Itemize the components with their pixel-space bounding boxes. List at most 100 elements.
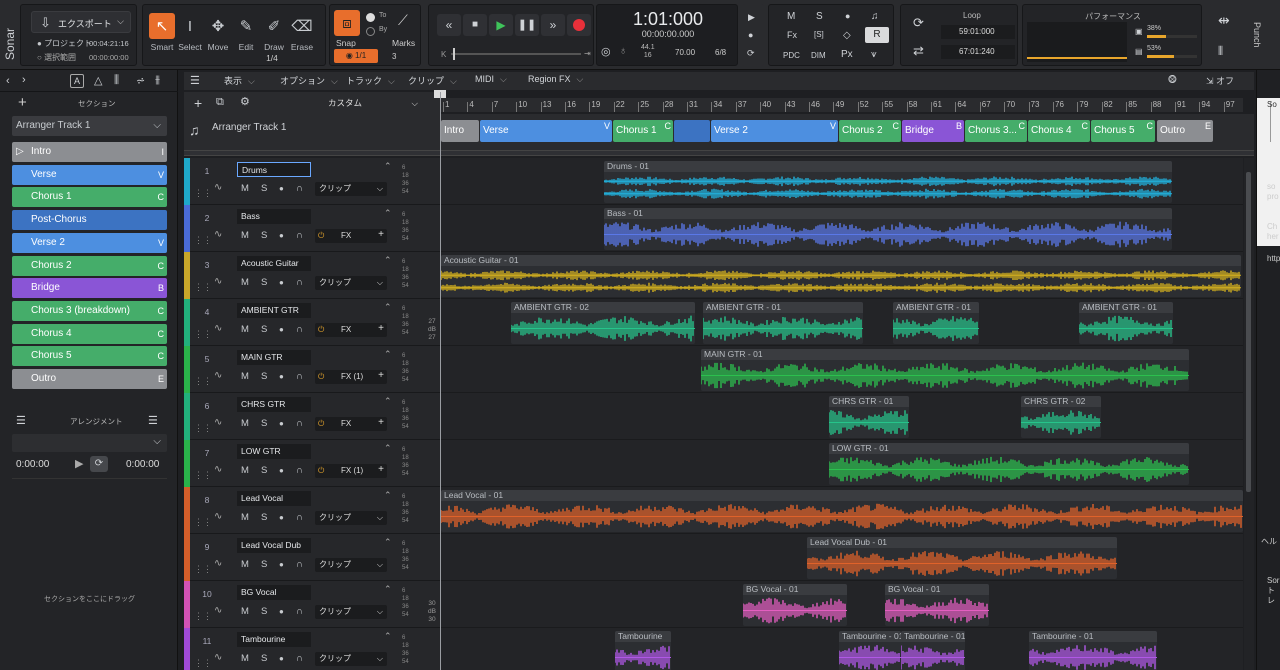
loop-start-field[interactable]: 59:01:000	[941, 25, 1015, 39]
solo-all-button[interactable]: S	[816, 11, 823, 22]
audio-clip[interactable]: Acoustic Guitar - 01	[441, 255, 1241, 297]
automation-lane-icon[interactable]: ∿	[214, 182, 222, 193]
loop-sync-icon[interactable]: ⇄	[913, 43, 924, 59]
audio-clip[interactable]: Drums - 01	[604, 161, 1172, 203]
move-tool-icon[interactable]: ✥	[205, 13, 231, 39]
play-icon[interactable]: ▶	[489, 14, 513, 36]
audio-clip[interactable]: LOW GTR - 01	[829, 443, 1189, 485]
solo-button[interactable]: S	[261, 559, 267, 570]
track-header[interactable]: ⋮⋮ 1 ∿ Drums M S ● ∩ クリップ ⌵ ⌃ 6 18 36 54	[184, 158, 440, 205]
track-header[interactable]: ⋮⋮ 7 ∿ LOW GTR M S ● ∩ ⏻ FX (1) + ⌃ 6 18 36 54	[184, 440, 440, 487]
arm-all-icon[interactable]: ●	[845, 11, 850, 21]
arranger-section[interactable]: Chorus 4 C	[1028, 120, 1090, 142]
snap-off-label[interactable]: ⇲ オフ	[1206, 74, 1234, 87]
section-item[interactable]: Verse 2 V	[12, 232, 167, 253]
clip-view-icon[interactable]: ⩫	[136, 74, 145, 87]
solo-button[interactable]: S	[261, 183, 267, 194]
track-name-field[interactable]: Bass	[237, 209, 311, 224]
menu-item[interactable]: オプション ⌵	[280, 74, 338, 87]
mute-all-button[interactable]: M	[787, 11, 795, 22]
arranger-section[interactable]: Chorus 3... C	[965, 120, 1027, 142]
stop-icon[interactable]: ■	[463, 14, 487, 36]
vertical-scrollbar[interactable]	[1244, 158, 1254, 670]
track-name-field[interactable]: Lead Vocal Dub	[237, 538, 311, 553]
collapse-track-icon[interactable]: ⌃	[384, 490, 392, 501]
track-settings-icon[interactable]: ⚙	[240, 95, 250, 108]
now-time[interactable]: 1:01:000	[597, 9, 739, 30]
arranger-section[interactable]: Chorus 2 C	[839, 120, 901, 142]
audio-clip[interactable]: BG Vocal - 01	[885, 584, 989, 626]
add-fx-icon[interactable]: +	[378, 463, 384, 477]
dim-button[interactable]: DIM	[811, 51, 826, 60]
arranger-section[interactable]: Bridge B	[902, 120, 964, 142]
arrangement-select[interactable]: ⌵	[12, 434, 167, 452]
drag-handle-icon[interactable]: ⋮⋮	[194, 517, 212, 528]
clip-mode-select[interactable]: クリップ ⌵	[315, 511, 387, 525]
arranger-section[interactable]: Chorus 1 C	[613, 120, 673, 142]
section-item[interactable]: ▷ Intro I	[12, 142, 167, 162]
draw-tool-icon[interactable]: ✐	[261, 13, 287, 39]
clip-mode-select[interactable]: クリップ ⌵	[315, 652, 387, 666]
fx-rack[interactable]: ⏻ FX +	[315, 323, 387, 337]
audio-clip[interactable]: MAIN GTR - 01	[701, 349, 1189, 391]
px-button[interactable]: Px	[841, 49, 853, 60]
arrangement-list-icon[interactable]: ☰	[16, 414, 26, 427]
play-from-icon[interactable]: ▶	[748, 12, 755, 23]
mute-button[interactable]: M	[241, 559, 249, 570]
loop-toggle-icon[interactable]: ⟳	[913, 15, 924, 31]
solo-button[interactable]: S	[261, 653, 267, 664]
collapse-track-icon[interactable]: ⌃	[384, 631, 392, 642]
draw-resolution-select[interactable]: 1/4	[237, 53, 307, 65]
track-name-field[interactable]: BG Vocal	[237, 585, 311, 600]
fx-rack[interactable]: ⏻ FX +	[315, 417, 387, 431]
add-track-icon[interactable]: +	[194, 95, 202, 111]
drag-handle-icon[interactable]: ⋮⋮	[194, 235, 212, 246]
audio-clip[interactable]: Bass - 01	[604, 208, 1172, 250]
count-in-icon[interactable]: ♁	[619, 45, 627, 57]
rewind-icon[interactable]: «	[437, 14, 461, 36]
arranger-section[interactable]	[674, 120, 710, 142]
track-header[interactable]: ⋮⋮ 9 ∿ Lead Vocal Dub M S ● ∩ クリップ ⌵ ⌃ 6 18 36 54	[184, 534, 440, 581]
mute-button[interactable]: M	[241, 512, 249, 523]
collapse-track-icon[interactable]: ⌃	[384, 161, 392, 172]
input-echo-icon[interactable]: ∩	[296, 606, 303, 617]
drag-handle-icon[interactable]: ⋮⋮	[194, 658, 212, 669]
arranger-section[interactable]: Verse V	[480, 120, 612, 142]
track-name-field[interactable]: CHRS GTR	[237, 397, 311, 412]
collapse-track-icon[interactable]: ⌃	[384, 302, 392, 313]
mute-button[interactable]: M	[241, 230, 249, 241]
track-header[interactable]: ⋮⋮ 6 ∿ CHRS GTR M S ● ∩ ⏻ FX + ⌃ 6 18 36 54	[184, 393, 440, 440]
track-name-field[interactable]: AMBIENT GTR	[237, 303, 311, 318]
record-arm-icon[interactable]: ●	[279, 513, 284, 522]
scale-icon[interactable]: ⨷	[1168, 74, 1177, 87]
tempo-field[interactable]: 70.00	[675, 48, 695, 57]
add-fx-icon[interactable]: +	[378, 369, 384, 383]
pause-icon[interactable]: ❚❚	[515, 14, 539, 36]
mute-button[interactable]: M	[241, 183, 249, 194]
automation-lane-icon[interactable]: ∿	[214, 511, 222, 522]
arranger-section[interactable]: Chorus 5 C	[1091, 120, 1155, 142]
section-item[interactable]: Chorus 5 C	[12, 346, 167, 367]
audio-clip[interactable]: AMBIENT GTR - 01	[703, 302, 863, 344]
collapse-track-icon[interactable]: ⌃	[384, 537, 392, 548]
arranger-section[interactable]: Verse 2 V	[711, 120, 838, 142]
collapse-track-icon[interactable]: ⌃	[384, 255, 392, 266]
automation-lane-icon[interactable]: ∿	[214, 464, 222, 475]
punch-mode-icon[interactable]: ⫴	[1218, 44, 1223, 59]
menu-item[interactable]: クリップ ⌵	[408, 74, 457, 87]
track-view-menu-icon[interactable]: ☰	[190, 74, 200, 87]
marks-icon[interactable]: ⟋	[398, 12, 408, 29]
arranger-section[interactable]: Outro E	[1157, 120, 1213, 142]
automation-lane-icon[interactable]: ∿	[214, 276, 222, 287]
pdc-button[interactable]: PDC	[783, 51, 800, 60]
section-item[interactable]: Chorus 2 C	[12, 255, 167, 276]
track-header[interactable]: ⋮⋮ 11 ∿ Tambourine M S ● ∩ クリップ ⌵ ⌃ 6 18 36 54	[184, 628, 440, 670]
fx-rack[interactable]: ⏻ FX +	[315, 229, 387, 243]
audio-clip[interactable]: Tambourine - 01	[839, 631, 901, 670]
drag-handle-icon[interactable]: ⋮⋮	[194, 423, 212, 434]
headphones-icon[interactable]: ♫	[871, 11, 879, 22]
drag-handle-icon[interactable]: ⋮⋮	[194, 282, 212, 293]
menu-item[interactable]: Region FX ⌵	[528, 74, 583, 85]
view-preset-select[interactable]: カスタム ⌵	[328, 96, 420, 111]
play-section-icon[interactable]: ▷	[16, 142, 24, 162]
